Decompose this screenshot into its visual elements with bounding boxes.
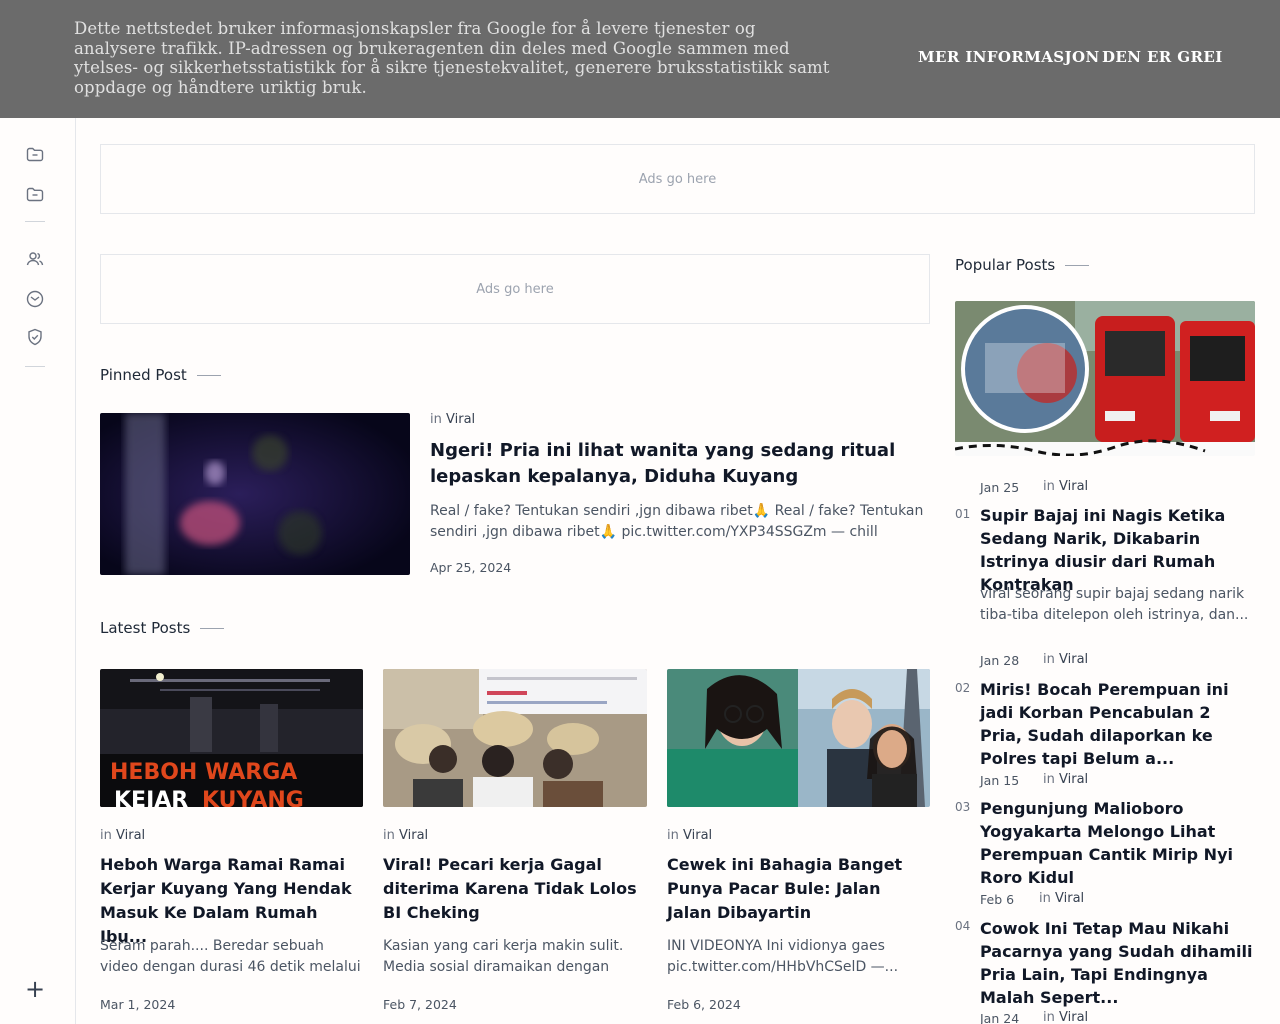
sidebar-divider: [25, 221, 45, 222]
more-info-button[interactable]: MER INFORMASJON: [918, 48, 1100, 66]
latest-post-category: in Viral: [667, 828, 712, 843]
category-link[interactable]: Viral: [1059, 652, 1088, 667]
latest-post-excerpt: Seram parah.... Beredar sebuah video den…: [100, 938, 361, 975]
in-label: in: [1043, 652, 1055, 667]
popular-post-date: Jan 15: [980, 773, 1020, 788]
popular-post-number: 04: [955, 919, 971, 933]
latest-post-title[interactable]: Cewek ini Bahagia Banget Punya Pacar Bul…: [667, 853, 930, 925]
popular-post-title[interactable]: Supir Bajaj ini Nagis Ketika Sedang Nari…: [980, 504, 1255, 596]
category-link[interactable]: Viral: [683, 828, 712, 843]
category-link[interactable]: Viral: [116, 828, 145, 843]
ad-banner-top[interactable]: Ads go here: [100, 144, 1255, 214]
category-link[interactable]: Viral: [399, 828, 428, 843]
add-icon[interactable]: +: [24, 977, 46, 1001]
in-label: in: [1043, 479, 1055, 494]
category-link[interactable]: Viral: [1055, 891, 1084, 906]
popular-section-title: Popular Posts: [955, 256, 1089, 274]
latest-post-category: in Viral: [100, 828, 145, 843]
popular-post-category: in Viral: [1039, 891, 1084, 906]
popular-post-number: 03: [955, 800, 971, 814]
latest-post-title[interactable]: Heboh Warga Ramai Ramai Kerjar Kuyang Ya…: [100, 853, 363, 949]
popular-post-number: 02: [955, 681, 971, 695]
popular-post-category: in Viral: [1043, 652, 1088, 667]
image-headline-2a: KEJAR: [114, 788, 188, 807]
category-link[interactable]: Viral: [446, 412, 475, 427]
ad-label: Ads go here: [476, 281, 554, 297]
latest-post-category: in Viral: [383, 828, 428, 843]
latest-post-image[interactable]: [667, 669, 930, 807]
in-label: in: [430, 412, 442, 427]
latest-post-excerpt: Kasian yang cari kerja makin sulit. Medi…: [383, 938, 624, 975]
popular-post-date: Jan 24: [980, 1011, 1020, 1024]
popular-post-category: in Viral: [1043, 479, 1088, 494]
sidebar: +: [0, 118, 76, 1024]
ad-banner-main[interactable]: Ads go here: [100, 254, 930, 324]
popular-post-category: in Viral: [1043, 1010, 1088, 1024]
in-label: in: [1043, 1010, 1055, 1024]
popular-post-image[interactable]: [955, 301, 1255, 456]
pinned-post-excerpt: Real / fake? Tentukan sendiri ,jgn dibaw…: [430, 503, 924, 540]
users-icon[interactable]: [24, 248, 46, 270]
in-label: in: [1039, 891, 1051, 906]
latest-post-date: Mar 1, 2024: [100, 997, 176, 1012]
latest-post-image[interactable]: [383, 669, 647, 807]
pinned-category: in Viral: [430, 412, 475, 427]
popular-post-category: in Viral: [1043, 772, 1088, 787]
in-label: in: [667, 828, 679, 843]
category-link[interactable]: Viral: [1059, 772, 1088, 787]
mail-icon[interactable]: [24, 288, 46, 310]
cookie-banner: Dette nettstedet bruker informasjonskaps…: [0, 0, 1280, 118]
image-headline-1: HEBOH WARGA: [110, 760, 297, 785]
image-headline-2b: KUYANG: [202, 788, 304, 807]
popular-post-title[interactable]: Pengunjung Malioboro Yogyakarta Melongo …: [980, 797, 1255, 889]
pinned-post-image[interactable]: [100, 413, 410, 575]
in-label: in: [1043, 772, 1055, 787]
pinned-post-title[interactable]: Ngeri! Pria ini lihat wanita yang sedang…: [430, 438, 930, 490]
popular-post-date: Feb 6: [980, 892, 1015, 907]
latest-post-date: Feb 7, 2024: [383, 997, 457, 1012]
category-link[interactable]: Viral: [1059, 479, 1088, 494]
shield-check-icon[interactable]: [24, 326, 46, 348]
popular-post-title[interactable]: Cowok Ini Tetap Mau Nikahi Pacarnya yang…: [980, 917, 1255, 1009]
latest-post-date: Feb 6, 2024: [667, 997, 741, 1012]
folder-icon[interactable]: [24, 183, 46, 205]
latest-post-title[interactable]: Viral! Pecari kerja Gagal diterima Karen…: [383, 853, 647, 925]
popular-post-title[interactable]: Miris! Bocah Perempuan ini jadi Korban P…: [980, 678, 1255, 770]
category-link[interactable]: Viral: [1059, 1010, 1088, 1024]
ad-label: Ads go here: [638, 171, 717, 187]
latest-post-excerpt: INI VIDEONYA Ini vidionya gaes pic.twitt…: [667, 938, 899, 975]
popular-post-date: Jan 28: [980, 653, 1020, 668]
latest-post-image[interactable]: HEBOH WARGA KEJAR KUYANG: [100, 669, 363, 807]
cookie-text: Dette nettstedet bruker informasjonskaps…: [74, 19, 830, 97]
accept-cookies-button[interactable]: DEN ER GREI: [1102, 48, 1223, 66]
in-label: in: [100, 828, 112, 843]
folder-icon[interactable]: [24, 143, 46, 165]
popular-post-number: 01: [955, 507, 971, 521]
pinned-section-title: Pinned Post: [100, 366, 221, 384]
popular-post-excerpt: viral seorang supir bajaj sedang narik t…: [980, 586, 1249, 623]
latest-section-title: Latest Posts: [100, 619, 224, 637]
in-label: in: [383, 828, 395, 843]
sidebar-divider: [25, 366, 45, 367]
popular-post-date: Jan 25: [980, 480, 1020, 495]
pinned-post-date: Apr 25, 2024: [430, 560, 512, 575]
